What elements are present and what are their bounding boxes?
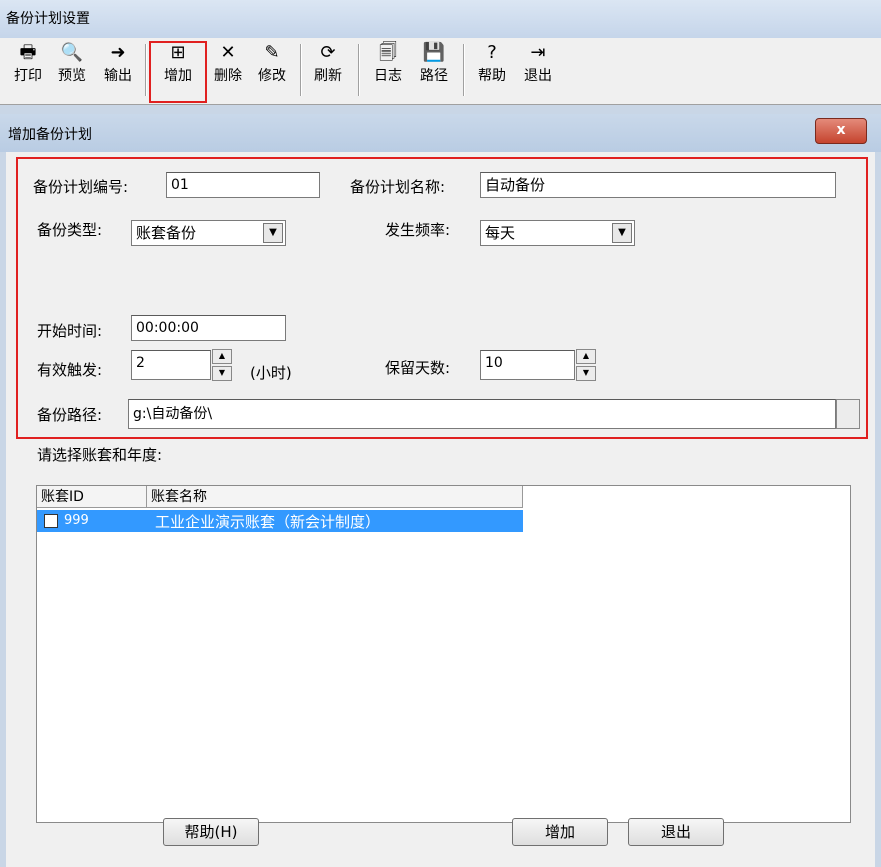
row-name: 工业企业演示账套（新会计制度） bbox=[155, 513, 381, 531]
add-submit-button[interactable]: 增加 bbox=[512, 818, 608, 846]
close-icon: x bbox=[836, 122, 846, 138]
window-title-bar: 备份计划设置 bbox=[0, 0, 881, 38]
toolbar-separator bbox=[145, 44, 147, 96]
add-button-highlight bbox=[149, 41, 207, 103]
account-list[interactable]: 账套ID 账套名称 999 工业企业演示账套（新会计制度） bbox=[36, 485, 851, 823]
edit-button[interactable]: ✎ 修改 bbox=[252, 38, 292, 102]
exit-toolbar-button[interactable]: ⇥ 退出 bbox=[518, 38, 558, 102]
edit-icon: ✎ bbox=[264, 42, 280, 63]
form-highlight bbox=[16, 157, 868, 439]
toolbar: 🖶 打印 🔍 预览 ➜ 输出 ⊞ 增加 ✕ 删除 ✎ 修改 ⟳ 刷新 🗐 日志 … bbox=[0, 38, 881, 105]
toolbar-separator bbox=[300, 44, 302, 96]
help-toolbar-button[interactable]: ? 帮助 bbox=[472, 38, 512, 102]
dialog-title: 增加备份计划 bbox=[8, 127, 92, 143]
table-row[interactable]: 999 工业企业演示账套（新会计制度） bbox=[37, 510, 523, 532]
toolbar-separator bbox=[463, 44, 465, 96]
print-button[interactable]: 🖶 打印 bbox=[8, 38, 48, 102]
exit-button[interactable]: 退出 bbox=[628, 818, 724, 846]
delete-button[interactable]: ✕ 删除 bbox=[208, 38, 248, 102]
path-button[interactable]: 💾 路径 bbox=[414, 38, 454, 102]
close-button[interactable]: x bbox=[815, 118, 867, 144]
row-checkbox[interactable] bbox=[44, 514, 58, 528]
log-icon: 🗐 bbox=[379, 42, 397, 63]
log-button[interactable]: 🗐 日志 bbox=[368, 38, 408, 102]
exit-icon: ⇥ bbox=[530, 42, 546, 63]
help-icon: ? bbox=[487, 42, 497, 63]
printer-icon: 🖶 bbox=[19, 42, 37, 63]
dialog-title-bar: 增加备份计划 bbox=[0, 114, 881, 152]
window-title: 备份计划设置 bbox=[6, 11, 90, 27]
delete-icon: ✕ bbox=[220, 42, 236, 63]
preview-button[interactable]: 🔍 预览 bbox=[52, 38, 92, 102]
export-button[interactable]: ➜ 输出 bbox=[98, 38, 138, 102]
preview-icon: 🔍 bbox=[60, 42, 84, 63]
row-id: 999 bbox=[64, 513, 89, 528]
column-header-id[interactable]: 账套ID bbox=[37, 486, 147, 508]
help-button[interactable]: 帮助(H) bbox=[163, 818, 259, 846]
list-caption: 请选择账套和年度: bbox=[37, 446, 163, 464]
export-icon: ➜ bbox=[110, 42, 126, 63]
refresh-button[interactable]: ⟳ 刷新 bbox=[308, 38, 348, 102]
save-path-icon: 💾 bbox=[422, 42, 446, 63]
column-header-name[interactable]: 账套名称 bbox=[147, 486, 523, 508]
refresh-icon: ⟳ bbox=[320, 42, 336, 63]
toolbar-separator bbox=[358, 44, 360, 96]
